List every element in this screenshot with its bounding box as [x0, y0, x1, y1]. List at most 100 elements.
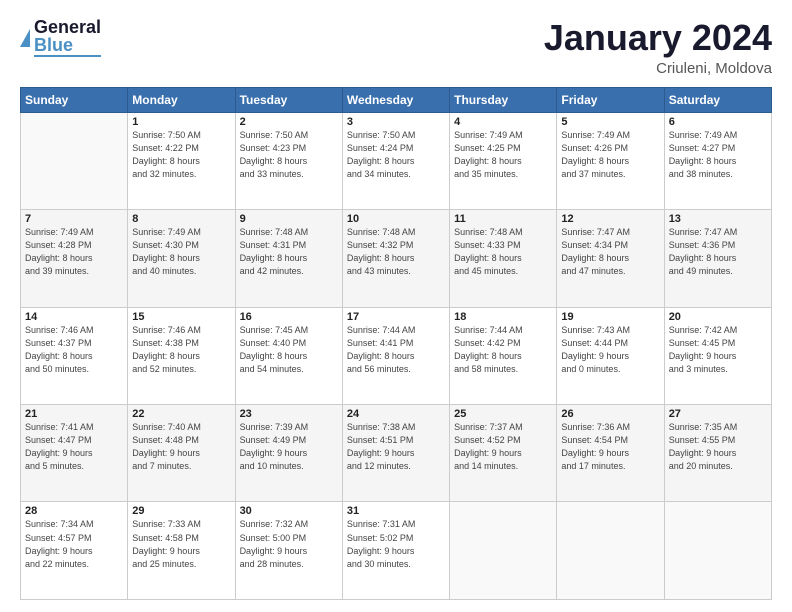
- title-block: January 2024 Criuleni, Moldova: [544, 18, 772, 77]
- day-number: 18: [454, 311, 552, 323]
- day-number: 20: [669, 311, 767, 323]
- day-number: 27: [669, 408, 767, 420]
- calendar-cell: 12Sunrise: 7:47 AM Sunset: 4:34 PM Dayli…: [557, 210, 664, 307]
- day-number: 22: [132, 408, 230, 420]
- calendar-cell: [21, 112, 128, 209]
- calendar-cell: 4Sunrise: 7:49 AM Sunset: 4:25 PM Daylig…: [450, 112, 557, 209]
- calendar-header-thursday: Thursday: [450, 87, 557, 112]
- day-info: Sunrise: 7:43 AM Sunset: 4:44 PM Dayligh…: [561, 324, 659, 376]
- calendar-week-row: 1Sunrise: 7:50 AM Sunset: 4:22 PM Daylig…: [21, 112, 772, 209]
- logo-icon: [20, 29, 30, 47]
- day-number: 19: [561, 311, 659, 323]
- day-info: Sunrise: 7:36 AM Sunset: 4:54 PM Dayligh…: [561, 421, 659, 473]
- day-info: Sunrise: 7:48 AM Sunset: 4:32 PM Dayligh…: [347, 226, 445, 278]
- calendar-cell: 5Sunrise: 7:49 AM Sunset: 4:26 PM Daylig…: [557, 112, 664, 209]
- day-number: 28: [25, 505, 123, 517]
- calendar-header-monday: Monday: [128, 87, 235, 112]
- logo-words: General Blue: [34, 18, 101, 57]
- calendar-cell: [450, 502, 557, 600]
- day-info: Sunrise: 7:34 AM Sunset: 4:57 PM Dayligh…: [25, 518, 123, 570]
- logo-blue-text: Blue: [34, 36, 101, 54]
- day-number: 23: [240, 408, 338, 420]
- day-number: 2: [240, 116, 338, 128]
- day-info: Sunrise: 7:32 AM Sunset: 5:00 PM Dayligh…: [240, 518, 338, 570]
- calendar-cell: 17Sunrise: 7:44 AM Sunset: 4:41 PM Dayli…: [342, 307, 449, 404]
- day-number: 26: [561, 408, 659, 420]
- day-number: 3: [347, 116, 445, 128]
- calendar-week-row: 21Sunrise: 7:41 AM Sunset: 4:47 PM Dayli…: [21, 405, 772, 502]
- calendar-cell: 31Sunrise: 7:31 AM Sunset: 5:02 PM Dayli…: [342, 502, 449, 600]
- day-info: Sunrise: 7:41 AM Sunset: 4:47 PM Dayligh…: [25, 421, 123, 473]
- day-info: Sunrise: 7:49 AM Sunset: 4:25 PM Dayligh…: [454, 129, 552, 181]
- day-number: 16: [240, 311, 338, 323]
- calendar-cell: [557, 502, 664, 600]
- day-info: Sunrise: 7:40 AM Sunset: 4:48 PM Dayligh…: [132, 421, 230, 473]
- day-info: Sunrise: 7:50 AM Sunset: 4:24 PM Dayligh…: [347, 129, 445, 181]
- calendar-header-saturday: Saturday: [664, 87, 771, 112]
- day-number: 11: [454, 213, 552, 225]
- calendar-cell: 16Sunrise: 7:45 AM Sunset: 4:40 PM Dayli…: [235, 307, 342, 404]
- calendar-cell: 8Sunrise: 7:49 AM Sunset: 4:30 PM Daylig…: [128, 210, 235, 307]
- day-number: 7: [25, 213, 123, 225]
- header: General Blue January 2024 Criuleni, Mold…: [20, 18, 772, 77]
- calendar-week-row: 28Sunrise: 7:34 AM Sunset: 4:57 PM Dayli…: [21, 502, 772, 600]
- calendar-cell: 6Sunrise: 7:49 AM Sunset: 4:27 PM Daylig…: [664, 112, 771, 209]
- calendar-cell: 10Sunrise: 7:48 AM Sunset: 4:32 PM Dayli…: [342, 210, 449, 307]
- day-info: Sunrise: 7:39 AM Sunset: 4:49 PM Dayligh…: [240, 421, 338, 473]
- day-info: Sunrise: 7:46 AM Sunset: 4:37 PM Dayligh…: [25, 324, 123, 376]
- calendar-cell: 21Sunrise: 7:41 AM Sunset: 4:47 PM Dayli…: [21, 405, 128, 502]
- day-number: 8: [132, 213, 230, 225]
- calendar-cell: 23Sunrise: 7:39 AM Sunset: 4:49 PM Dayli…: [235, 405, 342, 502]
- day-number: 12: [561, 213, 659, 225]
- day-number: 10: [347, 213, 445, 225]
- day-info: Sunrise: 7:47 AM Sunset: 4:34 PM Dayligh…: [561, 226, 659, 278]
- day-number: 6: [669, 116, 767, 128]
- day-number: 30: [240, 505, 338, 517]
- day-info: Sunrise: 7:37 AM Sunset: 4:52 PM Dayligh…: [454, 421, 552, 473]
- day-number: 9: [240, 213, 338, 225]
- day-number: 21: [25, 408, 123, 420]
- page-subtitle: Criuleni, Moldova: [544, 60, 772, 77]
- day-info: Sunrise: 7:42 AM Sunset: 4:45 PM Dayligh…: [669, 324, 767, 376]
- calendar-cell: 14Sunrise: 7:46 AM Sunset: 4:37 PM Dayli…: [21, 307, 128, 404]
- day-info: Sunrise: 7:49 AM Sunset: 4:28 PM Dayligh…: [25, 226, 123, 278]
- logo: General Blue: [20, 18, 101, 57]
- calendar-cell: 15Sunrise: 7:46 AM Sunset: 4:38 PM Dayli…: [128, 307, 235, 404]
- calendar-cell: 26Sunrise: 7:36 AM Sunset: 4:54 PM Dayli…: [557, 405, 664, 502]
- day-number: 4: [454, 116, 552, 128]
- day-info: Sunrise: 7:38 AM Sunset: 4:51 PM Dayligh…: [347, 421, 445, 473]
- calendar-cell: 11Sunrise: 7:48 AM Sunset: 4:33 PM Dayli…: [450, 210, 557, 307]
- day-info: Sunrise: 7:44 AM Sunset: 4:42 PM Dayligh…: [454, 324, 552, 376]
- calendar-week-row: 7Sunrise: 7:49 AM Sunset: 4:28 PM Daylig…: [21, 210, 772, 307]
- day-info: Sunrise: 7:33 AM Sunset: 4:58 PM Dayligh…: [132, 518, 230, 570]
- day-info: Sunrise: 7:31 AM Sunset: 5:02 PM Dayligh…: [347, 518, 445, 570]
- calendar-cell: 20Sunrise: 7:42 AM Sunset: 4:45 PM Dayli…: [664, 307, 771, 404]
- calendar-header-sunday: Sunday: [21, 87, 128, 112]
- day-info: Sunrise: 7:46 AM Sunset: 4:38 PM Dayligh…: [132, 324, 230, 376]
- calendar-week-row: 14Sunrise: 7:46 AM Sunset: 4:37 PM Dayli…: [21, 307, 772, 404]
- calendar-cell: 29Sunrise: 7:33 AM Sunset: 4:58 PM Dayli…: [128, 502, 235, 600]
- day-info: Sunrise: 7:47 AM Sunset: 4:36 PM Dayligh…: [669, 226, 767, 278]
- day-info: Sunrise: 7:49 AM Sunset: 4:30 PM Dayligh…: [132, 226, 230, 278]
- day-number: 25: [454, 408, 552, 420]
- calendar-cell: 2Sunrise: 7:50 AM Sunset: 4:23 PM Daylig…: [235, 112, 342, 209]
- day-number: 13: [669, 213, 767, 225]
- day-info: Sunrise: 7:49 AM Sunset: 4:26 PM Dayligh…: [561, 129, 659, 181]
- calendar-cell: 19Sunrise: 7:43 AM Sunset: 4:44 PM Dayli…: [557, 307, 664, 404]
- calendar-cell: [664, 502, 771, 600]
- day-number: 1: [132, 116, 230, 128]
- day-number: 24: [347, 408, 445, 420]
- calendar-table: SundayMondayTuesdayWednesdayThursdayFrid…: [20, 87, 772, 600]
- calendar-header-wednesday: Wednesday: [342, 87, 449, 112]
- day-info: Sunrise: 7:50 AM Sunset: 4:23 PM Dayligh…: [240, 129, 338, 181]
- day-number: 15: [132, 311, 230, 323]
- day-info: Sunrise: 7:44 AM Sunset: 4:41 PM Dayligh…: [347, 324, 445, 376]
- calendar-cell: 28Sunrise: 7:34 AM Sunset: 4:57 PM Dayli…: [21, 502, 128, 600]
- day-number: 29: [132, 505, 230, 517]
- calendar-cell: 18Sunrise: 7:44 AM Sunset: 4:42 PM Dayli…: [450, 307, 557, 404]
- day-info: Sunrise: 7:48 AM Sunset: 4:33 PM Dayligh…: [454, 226, 552, 278]
- calendar-header-friday: Friday: [557, 87, 664, 112]
- logo-underline: [34, 55, 101, 57]
- calendar-cell: 24Sunrise: 7:38 AM Sunset: 4:51 PM Dayli…: [342, 405, 449, 502]
- day-number: 5: [561, 116, 659, 128]
